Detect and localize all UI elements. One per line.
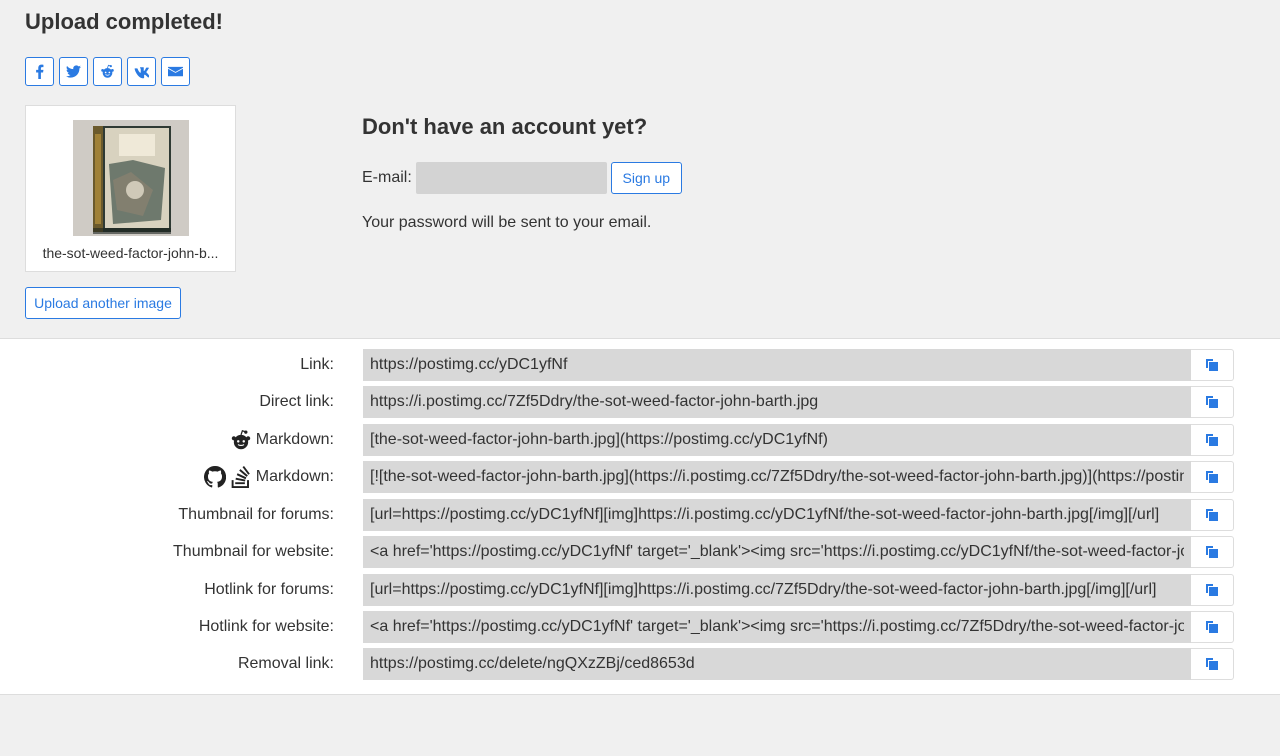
upload-header-section: Upload completed! the-sot-weed-factor-jo…	[0, 0, 1280, 338]
link-label: Removal link:	[237, 655, 334, 672]
link-row-hotlink-website: Hotlink for website:	[0, 611, 1280, 643]
uploaded-image-card[interactable]: the-sot-weed-factor-john-b...	[25, 105, 236, 272]
copy-icon	[1206, 584, 1218, 596]
stackoverflow-icon	[231, 466, 250, 488]
reddit-icon	[101, 64, 114, 78]
link-row-thumbnail-website: Thumbnail for website:	[0, 536, 1280, 568]
share-twitter-button[interactable]	[59, 57, 88, 86]
email-icon	[168, 66, 183, 77]
password-note: Your password will be sent to your email…	[362, 214, 652, 231]
link-label: Thumbnail for website:	[173, 543, 334, 560]
share-email-button[interactable]	[161, 57, 190, 86]
link-label: Markdown:	[203, 461, 334, 493]
link-label: Hotlink for website:	[198, 618, 334, 635]
link-field[interactable]	[363, 536, 1191, 568]
page-title: Upload completed!	[25, 9, 224, 34]
copy-button[interactable]	[1191, 461, 1234, 493]
link-label: Markdown:	[230, 424, 334, 456]
copy-button[interactable]	[1191, 424, 1234, 456]
link-row-link: Link:	[0, 349, 1280, 381]
link-row-thumbnail-forums: Thumbnail for forums:	[0, 499, 1280, 531]
uploaded-image-thumbnail[interactable]	[73, 120, 189, 236]
share-reddit-button[interactable]	[93, 57, 122, 86]
copy-icon	[1206, 546, 1218, 558]
signup-heading: Don't have an account yet?	[362, 114, 648, 139]
copy-icon	[1206, 396, 1218, 408]
link-row-removal-link: Removal link:	[0, 648, 1280, 680]
book-cover-image	[73, 120, 189, 236]
upload-another-button[interactable]: Upload another image	[25, 287, 181, 319]
copy-button[interactable]	[1191, 574, 1234, 606]
link-field[interactable]	[363, 648, 1191, 680]
link-field[interactable]	[363, 574, 1191, 606]
email-input[interactable]	[415, 162, 607, 194]
copy-button[interactable]	[1191, 499, 1234, 531]
facebook-icon	[36, 64, 44, 79]
link-row-hotlink-forums: Hotlink for forums:	[0, 574, 1280, 606]
link-field[interactable]	[363, 424, 1191, 456]
github-icon	[203, 466, 226, 488]
share-vk-button[interactable]	[127, 57, 156, 86]
copy-button[interactable]	[1191, 648, 1234, 680]
signup-panel: Don't have an account yet? E-mail: Sign …	[362, 114, 682, 231]
copy-button[interactable]	[1191, 536, 1234, 568]
link-row-reddit-markdown: Markdown:	[0, 424, 1280, 456]
copy-button[interactable]	[1191, 349, 1234, 381]
link-label: Link:	[300, 356, 334, 373]
vk-icon	[134, 67, 149, 79]
link-row-github-markdown: Markdown:	[0, 461, 1280, 493]
share-links-panel: Link: Direct link: Markdown: Markdown: T…	[0, 338, 1280, 695]
copy-icon	[1206, 658, 1218, 670]
copy-button[interactable]	[1191, 611, 1234, 643]
link-label: Hotlink for forums:	[204, 581, 334, 598]
signup-button[interactable]: Sign up	[610, 162, 682, 194]
share-buttons	[25, 57, 190, 86]
uploaded-filename: the-sot-weed-factor-john-b...	[42, 245, 219, 261]
copy-icon	[1206, 621, 1218, 633]
link-field[interactable]	[363, 611, 1191, 643]
link-label: Direct link:	[259, 393, 334, 410]
link-row-direct-link: Direct link:	[0, 386, 1280, 418]
share-facebook-button[interactable]	[25, 57, 54, 86]
link-field[interactable]	[363, 499, 1191, 531]
link-field[interactable]	[363, 461, 1191, 493]
link-field[interactable]	[363, 349, 1191, 381]
copy-icon	[1206, 359, 1218, 371]
link-label: Thumbnail for forums:	[178, 506, 334, 523]
copy-icon	[1206, 471, 1218, 483]
reddit-icon	[231, 430, 250, 450]
email-label: E-mail:	[362, 169, 412, 186]
copy-button[interactable]	[1191, 386, 1234, 418]
twitter-icon	[66, 65, 81, 78]
link-field[interactable]	[363, 386, 1191, 418]
copy-icon	[1206, 434, 1218, 446]
copy-icon	[1206, 509, 1218, 521]
email-row: E-mail: Sign up	[362, 162, 682, 194]
